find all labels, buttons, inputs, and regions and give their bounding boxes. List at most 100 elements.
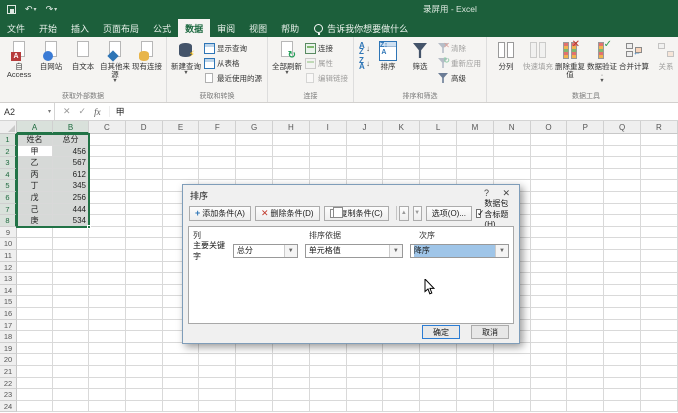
tab-帮助[interactable]: 帮助 <box>274 19 306 37</box>
cell[interactable] <box>457 378 494 390</box>
cell[interactable] <box>567 192 604 204</box>
cell[interactable] <box>531 227 568 239</box>
cell[interactable] <box>53 366 89 378</box>
cell[interactable] <box>457 146 494 158</box>
column-header-O[interactable]: O <box>531 121 568 134</box>
cell[interactable] <box>126 204 163 216</box>
cell[interactable] <box>310 169 347 181</box>
cell[interactable] <box>199 401 236 413</box>
cell[interactable] <box>53 296 89 308</box>
cell[interactable] <box>531 157 568 169</box>
cell[interactable] <box>89 204 126 216</box>
cell[interactable] <box>641 389 678 401</box>
cell[interactable] <box>126 308 163 320</box>
cell[interactable] <box>641 296 678 308</box>
insert-function-icon[interactable]: fx <box>94 107 101 117</box>
cell[interactable] <box>494 389 531 401</box>
cell[interactable] <box>567 320 604 332</box>
cell-A4[interactable]: 丙 <box>17 169 53 181</box>
cell[interactable] <box>420 134 457 146</box>
cell[interactable] <box>347 146 384 158</box>
add-level-button[interactable]: + 添加条件(A) <box>189 206 251 221</box>
row-header-7[interactable]: 7 <box>0 204 17 216</box>
copy-level-button[interactable]: 复制条件(C) <box>324 206 389 221</box>
cell[interactable] <box>641 169 678 181</box>
cell[interactable] <box>199 378 236 390</box>
cell-A3[interactable]: 乙 <box>17 157 53 169</box>
cell[interactable] <box>126 169 163 181</box>
cell[interactable] <box>199 354 236 366</box>
cell[interactable] <box>531 343 568 355</box>
cell[interactable] <box>641 366 678 378</box>
cell[interactable] <box>604 134 641 146</box>
cell[interactable] <box>17 308 53 320</box>
cell[interactable] <box>567 378 604 390</box>
cell[interactable] <box>604 296 641 308</box>
cell[interactable] <box>89 146 126 158</box>
cell[interactable] <box>567 331 604 343</box>
cell[interactable] <box>567 134 604 146</box>
cell[interactable] <box>604 331 641 343</box>
ribbon-button-现有连接[interactable]: 现有连接 <box>131 39 163 71</box>
cell[interactable] <box>383 146 420 158</box>
cell[interactable] <box>531 389 568 401</box>
cell[interactable] <box>126 146 163 158</box>
cell[interactable] <box>604 192 641 204</box>
cell[interactable] <box>347 169 384 181</box>
cell[interactable] <box>310 134 347 146</box>
cell[interactable] <box>126 262 163 274</box>
cell[interactable] <box>53 343 89 355</box>
cell[interactable] <box>494 146 531 158</box>
cell[interactable] <box>641 215 678 227</box>
cell[interactable] <box>53 285 89 297</box>
cell[interactable] <box>236 146 273 158</box>
cell[interactable] <box>604 227 641 239</box>
cell[interactable] <box>126 180 163 192</box>
cell[interactable] <box>89 273 126 285</box>
cell[interactable] <box>641 331 678 343</box>
cell[interactable] <box>53 389 89 401</box>
cell[interactable] <box>531 378 568 390</box>
cell[interactable] <box>567 215 604 227</box>
ribbon-button-高级[interactable]: 高级 <box>438 72 481 85</box>
row-header-2[interactable]: 2 <box>0 146 17 158</box>
cell[interactable] <box>531 192 568 204</box>
cell[interactable] <box>126 366 163 378</box>
cell[interactable] <box>420 401 457 413</box>
cell[interactable] <box>126 389 163 401</box>
cell[interactable] <box>347 157 384 169</box>
cell[interactable] <box>53 238 89 250</box>
cell[interactable] <box>126 250 163 262</box>
cell[interactable] <box>89 401 126 413</box>
cell[interactable] <box>236 343 273 355</box>
row-header-17[interactable]: 17 <box>0 320 17 332</box>
cell-B4[interactable]: 612 <box>53 169 89 181</box>
ribbon-button-sort-az[interactable]: AZ↓ <box>359 42 370 55</box>
column-header-J[interactable]: J <box>347 121 384 134</box>
row-header-22[interactable]: 22 <box>0 378 17 390</box>
ribbon-button-连接[interactable]: 连接 <box>305 42 348 55</box>
cell[interactable] <box>199 157 236 169</box>
cell[interactable] <box>347 134 384 146</box>
cell[interactable] <box>567 157 604 169</box>
cell[interactable] <box>567 354 604 366</box>
row-header-21[interactable]: 21 <box>0 366 17 378</box>
cell[interactable] <box>383 378 420 390</box>
cell[interactable] <box>494 366 531 378</box>
cell[interactable] <box>126 273 163 285</box>
cell[interactable] <box>457 366 494 378</box>
cell[interactable] <box>531 134 568 146</box>
row-header-19[interactable]: 19 <box>0 343 17 355</box>
cell[interactable] <box>17 389 53 401</box>
cell[interactable] <box>567 273 604 285</box>
column-header-E[interactable]: E <box>163 121 200 134</box>
cell[interactable] <box>17 285 53 297</box>
column-header-P[interactable]: P <box>567 121 604 134</box>
cell[interactable] <box>89 157 126 169</box>
cell[interactable] <box>457 169 494 181</box>
cell[interactable] <box>273 401 310 413</box>
ribbon-button-数据验证·[interactable]: ✓数据验证·▼ <box>586 39 618 84</box>
cell[interactable] <box>199 134 236 146</box>
cell[interactable] <box>604 343 641 355</box>
cell[interactable] <box>383 157 420 169</box>
